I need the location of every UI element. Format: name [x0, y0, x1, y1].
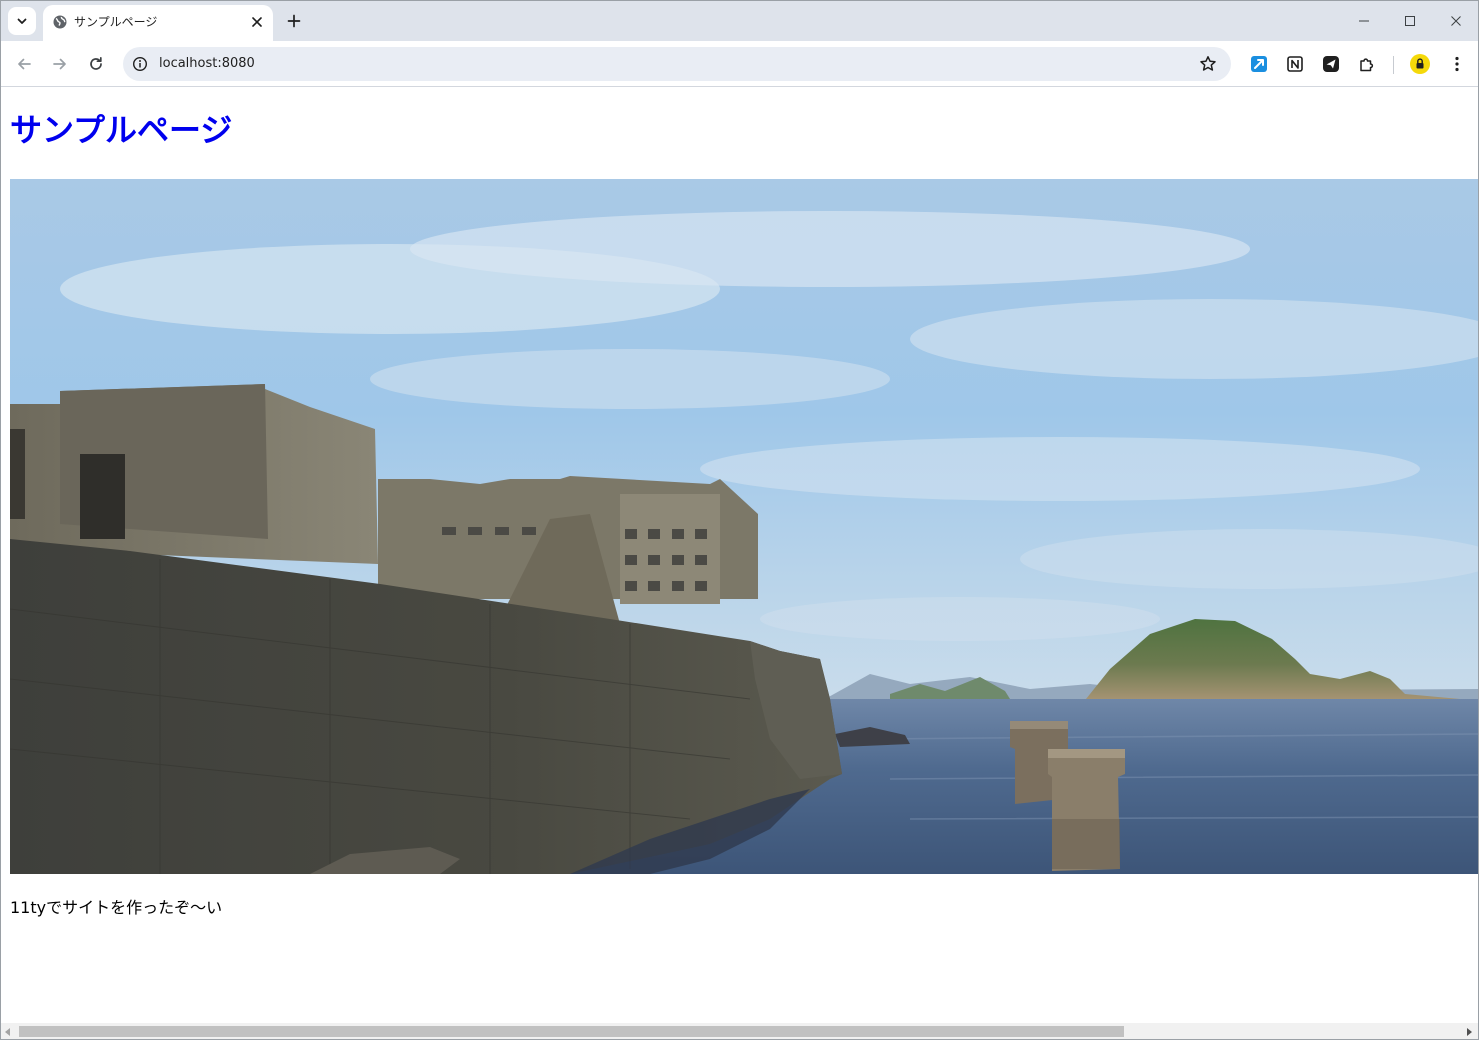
globe-icon [53, 15, 67, 29]
tab-search-button[interactable] [8, 7, 36, 35]
toolbar-divider [1393, 56, 1394, 74]
sea-cliff-fortress-photo [10, 179, 1478, 874]
send-icon [1323, 56, 1339, 72]
tab-title: サンプルページ [74, 15, 158, 29]
reload-button[interactable] [82, 50, 110, 78]
back-button[interactable] [10, 50, 38, 78]
chevron-down-icon [17, 18, 27, 24]
maximize-icon [1405, 16, 1415, 26]
extension-button-notion[interactable] [1284, 53, 1306, 75]
forward-button[interactable] [46, 50, 74, 78]
star-icon [1200, 56, 1216, 71]
scrollbar-thumb[interactable] [19, 1026, 1124, 1037]
hero-photo [10, 179, 1478, 874]
triangle-right-icon [1467, 1028, 1472, 1036]
site-info-button[interactable] [131, 55, 149, 73]
arrow-right-icon [53, 58, 66, 70]
ext-blue-arrow-icon [1251, 56, 1267, 72]
reload-icon [90, 56, 102, 70]
maximize-button[interactable] [1396, 7, 1424, 35]
browser-toolbar [1, 41, 1478, 87]
extensions-menu-button[interactable] [1356, 53, 1378, 75]
horizontal-scrollbar[interactable] [1, 1023, 1478, 1039]
page-paragraph: 11tyでサイトを作ったぞ〜い [10, 898, 223, 917]
minimize-icon [1359, 20, 1369, 22]
minimize-button[interactable] [1350, 7, 1378, 35]
url-input[interactable] [159, 47, 1159, 81]
close-window-button[interactable] [1442, 7, 1470, 35]
new-tab-button[interactable] [282, 9, 306, 33]
scroll-left-button[interactable] [3, 1027, 13, 1037]
extension-button-1[interactable] [1248, 53, 1270, 75]
close-icon [1451, 16, 1461, 26]
tab-strip: サンプルページ [1, 1, 1478, 41]
browser-menu-button[interactable] [1446, 53, 1468, 75]
tab-close-button[interactable] [248, 13, 266, 31]
bookmark-button[interactable] [1197, 53, 1219, 75]
extension-button-send[interactable] [1320, 53, 1342, 75]
arrow-left-icon [18, 58, 31, 70]
profile-lock-icon [1410, 54, 1430, 74]
address-bar[interactable] [123, 47, 1231, 81]
triangle-left-icon [5, 1028, 10, 1036]
page-viewport: サンプルページ 11tyでサイトを作ったぞ〜い [1, 88, 1478, 1023]
info-icon [132, 56, 148, 72]
browser-window: サンプルページ localhost:8080 サンプルページ 11tyでサイトを… [0, 0, 1479, 1040]
page-heading: サンプルページ [10, 111, 233, 149]
puzzle-icon [1360, 58, 1374, 72]
scroll-right-button[interactable] [1464, 1027, 1474, 1037]
plus-icon [287, 14, 301, 28]
notion-icon [1287, 56, 1303, 72]
kebab-menu-icon [1455, 56, 1459, 72]
close-icon [252, 17, 262, 27]
tab-active[interactable]: サンプルページ [43, 5, 273, 41]
profile-button[interactable] [1409, 53, 1431, 75]
